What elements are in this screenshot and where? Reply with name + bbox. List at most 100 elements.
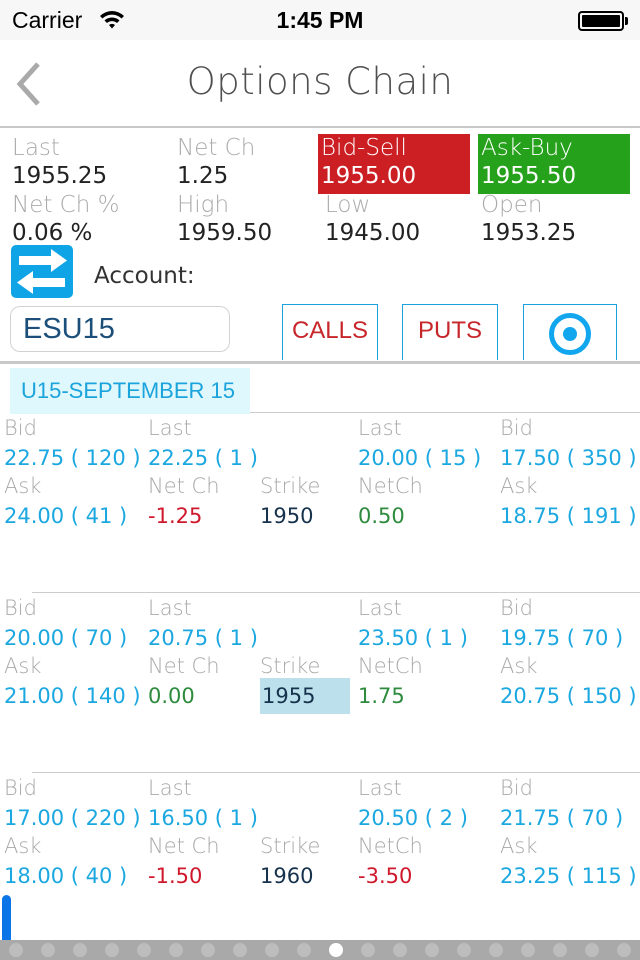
row-divider	[32, 772, 640, 773]
swap-button[interactable]	[11, 245, 73, 298]
call-last-value: 22.25 ( 1 )	[148, 446, 258, 470]
call-last-value: 20.75 ( 1 )	[148, 626, 258, 650]
strike-label: Strike	[260, 654, 321, 678]
divider	[0, 361, 640, 364]
account-label: Account:	[94, 263, 195, 289]
put-bid-value[interactable]: 17.50 ( 350 )	[500, 444, 637, 472]
clock: 1:45 PM	[276, 7, 364, 33]
call-bid-label: Bid	[4, 596, 37, 620]
quote-high-value: 1959.50	[177, 220, 273, 246]
navigation-bar: Options Chain	[0, 40, 640, 128]
page-dot[interactable]	[233, 943, 247, 957]
put-bid-value[interactable]: 19.75 ( 70 )	[500, 624, 623, 652]
put-ask-value[interactable]: 18.75 ( 191 )	[500, 502, 637, 530]
quote-high: High 1959.50	[177, 191, 272, 247]
strike-label: Strike	[260, 474, 321, 498]
page-dot[interactable]	[73, 943, 87, 957]
tab-both[interactable]	[523, 304, 617, 360]
option-row[interactable]: Bid Last Last Bid 22.75 ( 120 ) 22.25 ( …	[0, 412, 640, 592]
call-ask-label: Ask	[4, 834, 42, 858]
quote-low-label: Low	[325, 192, 371, 218]
put-ask-value[interactable]: 20.75 ( 150 )	[500, 682, 637, 710]
put-ask-label: Ask	[500, 654, 538, 678]
ask-buy-button[interactable]: Ask-Buy 1955.50	[478, 134, 630, 194]
put-net-ch-value: 0.50	[358, 504, 405, 528]
quote-last-label: Last	[12, 135, 60, 161]
call-ask-value[interactable]: 18.00 ( 40 )	[4, 862, 127, 890]
page-dot[interactable]	[265, 943, 279, 957]
page-dot[interactable]	[137, 943, 151, 957]
call-net-ch-value: -1.25	[148, 504, 203, 528]
page-dot[interactable]	[201, 943, 215, 957]
put-net-ch-label: NetCh	[358, 654, 423, 678]
put-bid-label: Bid	[500, 416, 533, 440]
put-bid-value[interactable]: 21.75 ( 70 )	[500, 804, 623, 832]
put-net-ch-label: NetCh	[358, 474, 423, 498]
page-dot[interactable]	[169, 943, 183, 957]
call-ask-value[interactable]: 21.00 ( 140 )	[4, 682, 141, 710]
symbol-input[interactable]: ESU15	[10, 306, 230, 352]
call-net-ch-label: Net Ch	[148, 474, 220, 498]
page-dot[interactable]	[457, 943, 471, 957]
quote-low: Low 1945.00	[325, 191, 420, 247]
put-last-label: Last	[358, 416, 402, 440]
expiry-header[interactable]: U15-SEPTEMBER 15	[10, 368, 250, 414]
quote-net-ch-pct: Net Ch % 0.06 %	[12, 191, 120, 247]
page-dot[interactable]	[521, 943, 535, 957]
quote-open: Open 1953.25	[481, 191, 576, 247]
page-indicator[interactable]	[0, 940, 640, 960]
call-last-label: Last	[148, 416, 192, 440]
page-dot[interactable]	[9, 943, 23, 957]
put-net-ch-value: 1.75	[358, 684, 405, 708]
call-last-label: Last	[148, 776, 192, 800]
put-bid-label: Bid	[500, 776, 533, 800]
page-dot[interactable]	[393, 943, 407, 957]
put-ask-value[interactable]: 23.25 ( 115 )	[500, 862, 637, 890]
call-ask-value[interactable]: 24.00 ( 41 )	[4, 502, 127, 530]
option-row[interactable]: Bid Last Last Bid 20.00 ( 70 ) 20.75 ( 1…	[0, 592, 640, 772]
page-dot[interactable]	[617, 943, 631, 957]
strike-label: Strike	[260, 834, 321, 858]
page-dot[interactable]	[297, 943, 311, 957]
page-dot[interactable]	[553, 943, 567, 957]
call-net-ch-label: Net Ch	[148, 834, 220, 858]
call-ask-label: Ask	[4, 654, 42, 678]
page-title: Options Chain	[186, 60, 454, 103]
put-last-label: Last	[358, 596, 402, 620]
page-dot[interactable]	[425, 943, 439, 957]
quote-open-value: 1953.25	[481, 220, 577, 246]
tab-calls[interactable]: CALLS	[282, 304, 378, 360]
bid-sell-button[interactable]: Bid-Sell 1955.00	[318, 134, 470, 194]
page-dot[interactable]	[329, 943, 343, 957]
call-bid-label: Bid	[4, 416, 37, 440]
put-ask-label: Ask	[500, 834, 538, 858]
put-bid-label: Bid	[500, 596, 533, 620]
scrollbar[interactable]	[2, 895, 11, 945]
battery-icon	[578, 11, 628, 31]
page-dot[interactable]	[489, 943, 503, 957]
call-bid-value[interactable]: 22.75 ( 120 )	[4, 444, 141, 472]
call-bid-value[interactable]: 17.00 ( 220 )	[4, 804, 141, 832]
put-last-value: 20.50 ( 2 )	[358, 806, 468, 830]
quote-net-ch-label: Net Ch	[177, 135, 256, 161]
put-last-label: Last	[358, 776, 402, 800]
quote-last-value: 1955.25	[12, 163, 108, 189]
quote-open-label: Open	[481, 192, 543, 218]
swap-arrows-icon	[17, 249, 67, 294]
call-net-ch-value: 0.00	[148, 684, 195, 708]
call-ask-label: Ask	[4, 474, 42, 498]
call-bid-value[interactable]: 20.00 ( 70 )	[4, 624, 127, 652]
quote-net-ch-pct-label: Net Ch %	[12, 192, 120, 218]
quote-last: Last 1955.25	[12, 134, 107, 190]
tab-puts[interactable]: PUTS	[402, 304, 498, 360]
page-dot[interactable]	[41, 943, 55, 957]
radio-selected-icon	[549, 313, 591, 355]
page-dot[interactable]	[105, 943, 119, 957]
option-row[interactable]: Bid Last Last Bid 17.00 ( 220 ) 16.50 ( …	[0, 772, 640, 952]
page-dot[interactable]	[585, 943, 599, 957]
bid-sell-value: 1955.00	[321, 163, 417, 189]
status-bar: Carrier 1:45 PM	[0, 0, 640, 40]
quote-high-label: High	[177, 192, 230, 218]
page-dot[interactable]	[361, 943, 375, 957]
call-net-ch-label: Net Ch	[148, 654, 220, 678]
